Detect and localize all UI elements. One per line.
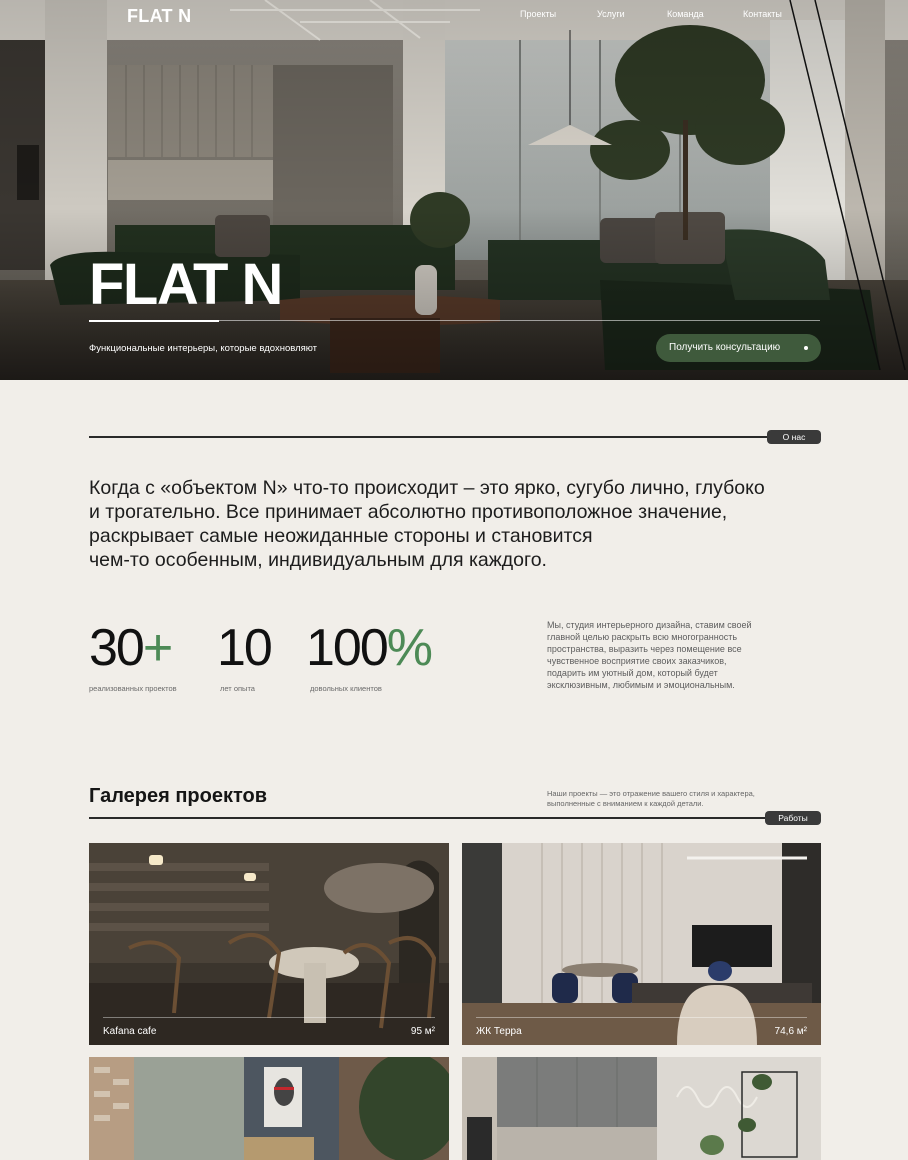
hero-interior-photo xyxy=(0,0,908,380)
main-nav: Проекты Услуги Команда Контакты xyxy=(0,9,908,23)
project-card-4[interactable] xyxy=(462,1057,821,1160)
consultation-button[interactable]: Получить консультацию xyxy=(656,334,821,362)
consultation-button-label: Получить консультацию xyxy=(669,342,781,353)
dot-icon xyxy=(804,346,808,350)
nav-link-projects[interactable]: Проекты xyxy=(520,9,556,19)
living-room-photo xyxy=(89,1057,449,1160)
nav-link-services[interactable]: Услуги xyxy=(597,9,625,19)
gallery-title: Галерея проектов xyxy=(89,785,268,807)
description-line: главной целью раскрыть всю многогранност… xyxy=(547,632,738,642)
description-line: подарить им уютный дом, который будет xyxy=(547,668,718,678)
stat-projects-value: 30+ xyxy=(89,619,173,677)
lead-line: раскрывает самые неожиданные стороны и с… xyxy=(89,525,593,547)
nav-link-contacts[interactable]: Контакты xyxy=(743,9,782,19)
description-line: чувственное восприятие своих заказчиков, xyxy=(547,656,727,666)
stat-clients-label: довольных клиентов xyxy=(310,684,382,693)
project-card-kafana[interactable]: Kafana cafe 95 м² xyxy=(89,843,449,1045)
gallery-subtitle-line: Наши проекты — это отражение вашего стил… xyxy=(547,789,755,798)
project-card-3[interactable] xyxy=(89,1057,449,1160)
description-line: Мы, студия интерьерного дизайна, ставим … xyxy=(547,620,752,630)
description-line: пространства, выразить через помещение в… xyxy=(547,644,742,654)
stat-years-value: 10 xyxy=(217,619,273,677)
stat-accent: % xyxy=(386,619,433,677)
about-description: Мы, студия интерьерного дизайна, ставим … xyxy=(547,619,782,691)
project-card-terra[interactable]: ЖК Терра 74,6 м² xyxy=(462,843,821,1045)
nav-link-team[interactable]: Команда xyxy=(667,9,704,19)
project-name: Kafana cafe xyxy=(103,1026,157,1037)
lead-line: Когда с «объектом N» что-то происходит –… xyxy=(89,477,765,499)
project-area: 74,6 м² xyxy=(774,1026,807,1037)
gallery-subtitle-line: выполненные с вниманием к каждой детали. xyxy=(547,798,704,808)
stat-accent: + xyxy=(142,619,173,677)
hero-title: FLAT N xyxy=(89,252,283,317)
works-tag: Работы xyxy=(765,811,821,825)
project-name: ЖК Терра xyxy=(476,1026,522,1037)
hero-subtitle: Функциональные интерьеры, которые вдохно… xyxy=(89,343,318,354)
stat-clients-value: 100% xyxy=(306,619,433,677)
hero-section: FLAT N Проекты Услуги Команда Контакты F… xyxy=(0,0,908,380)
lead-line: и трогательно. Все принимает абсолютно п… xyxy=(89,501,728,523)
gallery-divider xyxy=(89,817,821,819)
stat-number: 100 xyxy=(306,619,389,677)
about-tag: О нас xyxy=(767,430,821,444)
about-divider xyxy=(89,436,821,438)
landing-page: FLAT N Проекты Услуги Команда Контакты F… xyxy=(0,0,908,1160)
description-line: эксклюзивным, любимым и эмоциональным. xyxy=(547,680,735,690)
about-lead-text: Когда с «объектом N» что-то происходит –… xyxy=(89,476,819,572)
project-area: 95 м² xyxy=(410,1026,435,1037)
cafe-photo xyxy=(89,843,449,1045)
lead-line: чем-то особенным, индивидуальным для каж… xyxy=(89,549,547,571)
stat-projects-label: реализованных проектов xyxy=(89,684,177,693)
stat-years-label: лет опыта xyxy=(220,684,255,693)
card-divider xyxy=(103,1017,435,1018)
apartment-photo xyxy=(462,843,821,1045)
stat-number: 30 xyxy=(89,619,145,677)
card-divider xyxy=(476,1017,807,1018)
stat-number: 10 xyxy=(217,619,273,677)
hero-divider-accent xyxy=(89,320,219,322)
gallery-subtitle: Наши проекты — это отражение вашего стил… xyxy=(547,789,777,808)
kitchen-photo xyxy=(462,1057,821,1160)
